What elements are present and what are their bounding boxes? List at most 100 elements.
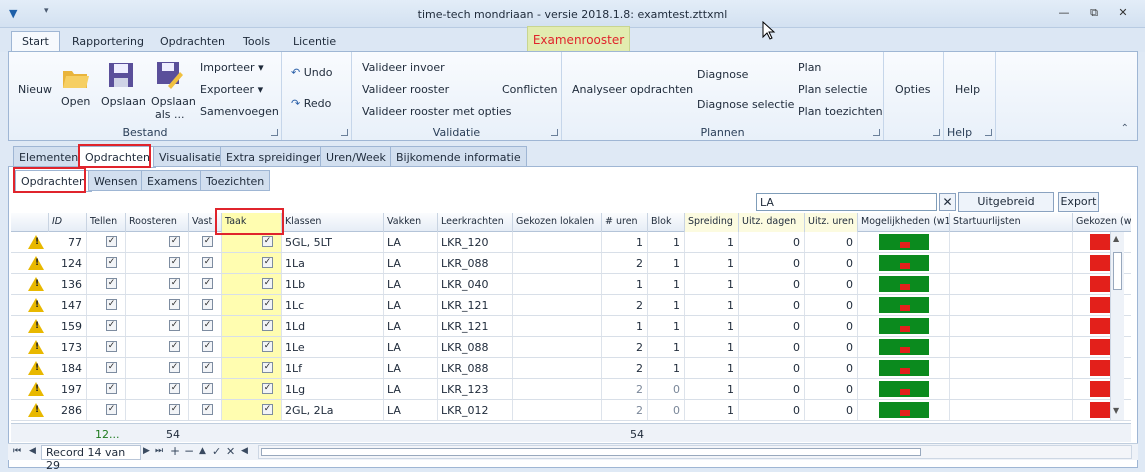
dialog-launcher-icon[interactable] bbox=[551, 129, 558, 136]
clear-search-button[interactable]: ✕ bbox=[939, 193, 956, 211]
opties-button[interactable]: Opties bbox=[895, 83, 931, 96]
klassen-cell[interactable]: 2GL, 2La bbox=[282, 400, 384, 420]
confirm-icon[interactable]: ✓ bbox=[212, 445, 221, 458]
id-column-header[interactable]: ID bbox=[49, 213, 87, 232]
gekozen-lokalen-cell[interactable] bbox=[513, 274, 602, 294]
analyseer-opdrachten-button[interactable]: Analyseer opdrachten bbox=[572, 83, 693, 96]
tellen-checkbox[interactable]: ✓ bbox=[106, 362, 117, 373]
gekozen-lokalen-column-header[interactable]: Gekozen lokalen bbox=[513, 213, 602, 232]
klassen-cell[interactable]: 1Le bbox=[282, 337, 384, 357]
uren-cell[interactable]: 1 bbox=[602, 316, 648, 336]
uitz-uren-column-header[interactable]: Uitz. uren bbox=[805, 213, 858, 232]
samenvoegen-button[interactable]: Samenvoegen bbox=[200, 105, 279, 118]
uitz-dagen-cell[interactable]: 0 bbox=[739, 400, 805, 420]
taak-checkbox[interactable]: ✓ bbox=[262, 236, 273, 247]
vast-checkbox[interactable]: ✓ bbox=[202, 278, 213, 289]
startuurlijsten-cell[interactable] bbox=[950, 253, 1073, 273]
leerkrachten-cell[interactable]: LKR_088 bbox=[438, 253, 513, 273]
redo-button[interactable]: ↷ Redo bbox=[291, 97, 331, 110]
startuurlijsten-cell[interactable] bbox=[950, 337, 1073, 357]
leerkrachten-cell[interactable]: LKR_121 bbox=[438, 316, 513, 336]
table-row[interactable]: ! 147 ✓ ✓ ✓ ✓ 1Lc LA LKR_121 2 1 1 0 0 bbox=[11, 295, 1131, 316]
startuurlijsten-cell[interactable] bbox=[950, 358, 1073, 378]
horizontal-scrollbar[interactable] bbox=[258, 445, 1132, 459]
gekozen-lokalen-cell[interactable] bbox=[513, 295, 602, 315]
dialog-launcher-icon[interactable] bbox=[985, 129, 992, 136]
taak-checkbox[interactable]: ✓ bbox=[262, 278, 273, 289]
uren-cell[interactable]: 2 bbox=[602, 295, 648, 315]
taak-checkbox[interactable]: ✓ bbox=[262, 320, 273, 331]
opslaan-als-button[interactable]: Opslaan bbox=[151, 95, 196, 108]
restore-icon[interactable]: ⧉ bbox=[1083, 5, 1105, 21]
vakken-cell[interactable]: LA bbox=[384, 274, 438, 294]
scrollbar-thumb[interactable] bbox=[1113, 252, 1122, 290]
vakken-cell[interactable]: LA bbox=[384, 358, 438, 378]
tab-elementen[interactable]: Elementen bbox=[13, 146, 85, 167]
spreiding-cell[interactable]: 1 bbox=[685, 358, 739, 378]
uitz-uren-cell[interactable]: 0 bbox=[805, 316, 858, 336]
blok-cell[interactable]: 1 bbox=[648, 253, 685, 273]
spreiding-cell[interactable]: 1 bbox=[685, 232, 739, 252]
spreiding-cell[interactable]: 1 bbox=[685, 253, 739, 273]
vast-checkbox[interactable]: ✓ bbox=[202, 404, 213, 415]
gekozen-column-header[interactable]: Gekozen (w bbox=[1073, 213, 1131, 232]
mogelijkheden-column-header[interactable]: Mogelijkheden (w1) bbox=[858, 213, 950, 232]
uitz-dagen-cell[interactable]: 0 bbox=[739, 295, 805, 315]
blok-column-header[interactable]: Blok bbox=[648, 213, 685, 232]
roosteren-checkbox[interactable]: ✓ bbox=[169, 362, 180, 373]
roosteren-checkbox[interactable]: ✓ bbox=[169, 404, 180, 415]
spreiding-column-header[interactable]: Spreiding bbox=[685, 213, 739, 232]
spreiding-cell[interactable]: 1 bbox=[685, 337, 739, 357]
taak-checkbox[interactable]: ✓ bbox=[262, 404, 273, 415]
uitz-uren-cell[interactable]: 0 bbox=[805, 232, 858, 252]
taak-column-header[interactable]: Taak bbox=[222, 213, 282, 232]
blok-cell[interactable]: 1 bbox=[648, 274, 685, 294]
table-row[interactable]: ! 136 ✓ ✓ ✓ ✓ 1Lb LA LKR_040 1 1 1 0 0 bbox=[11, 274, 1131, 295]
taak-checkbox[interactable]: ✓ bbox=[262, 299, 273, 310]
roosteren-checkbox[interactable]: ✓ bbox=[169, 236, 180, 247]
uren-cell[interactable]: 2 bbox=[602, 379, 648, 399]
vast-column-header[interactable]: Vast bbox=[189, 213, 222, 232]
leerkrachten-cell[interactable]: LKR_120 bbox=[438, 232, 513, 252]
blok-cell[interactable]: 1 bbox=[648, 337, 685, 357]
klassen-cell[interactable]: 1Lf bbox=[282, 358, 384, 378]
vast-checkbox[interactable]: ✓ bbox=[202, 362, 213, 373]
uren-column-header[interactable]: # uren bbox=[602, 213, 648, 232]
hscrollbar-thumb[interactable] bbox=[261, 448, 921, 456]
taak-checkbox[interactable]: ✓ bbox=[262, 257, 273, 268]
uitz-uren-cell[interactable]: 0 bbox=[805, 379, 858, 399]
uitz-uren-cell[interactable]: 0 bbox=[805, 337, 858, 357]
uitz-uren-cell[interactable]: 0 bbox=[805, 253, 858, 273]
spreiding-cell[interactable]: 1 bbox=[685, 316, 739, 336]
uitgebreid-zoeken-button[interactable]: Uitgebreid zoeken bbox=[958, 192, 1054, 226]
scroll-left-icon[interactable]: ◀ bbox=[241, 446, 248, 456]
prev-record-icon[interactable]: ◀ bbox=[29, 446, 36, 456]
subtab-wensen[interactable]: Wensen bbox=[88, 170, 144, 191]
tellen-checkbox[interactable]: ✓ bbox=[106, 278, 117, 289]
uitz-uren-cell[interactable]: 0 bbox=[805, 295, 858, 315]
ribbon-tab-tools[interactable]: Tools bbox=[233, 32, 280, 52]
klassen-column-header[interactable]: Klassen bbox=[282, 213, 384, 232]
table-row[interactable]: ! 184 ✓ ✓ ✓ ✓ 1Lf LA LKR_088 2 1 1 0 0 bbox=[11, 358, 1131, 379]
taak-checkbox[interactable]: ✓ bbox=[262, 362, 273, 373]
gekozen-lokalen-cell[interactable] bbox=[513, 358, 602, 378]
gekozen-lokalen-cell[interactable] bbox=[513, 253, 602, 273]
klassen-cell[interactable]: 1La bbox=[282, 253, 384, 273]
roosteren-checkbox[interactable]: ✓ bbox=[169, 278, 180, 289]
table-row[interactable]: ! 159 ✓ ✓ ✓ ✓ 1Ld LA LKR_121 1 1 1 0 0 bbox=[11, 316, 1131, 337]
blok-cell[interactable]: 1 bbox=[648, 358, 685, 378]
taak-checkbox[interactable]: ✓ bbox=[262, 383, 273, 394]
vakken-cell[interactable]: LA bbox=[384, 253, 438, 273]
startuurlijsten-cell[interactable] bbox=[950, 295, 1073, 315]
blok-cell[interactable]: 0 bbox=[648, 400, 685, 420]
roosteren-column-header[interactable]: Roosteren bbox=[126, 213, 189, 232]
ribbon-tab-start[interactable]: Start bbox=[11, 31, 60, 53]
tellen-checkbox[interactable]: ✓ bbox=[106, 404, 117, 415]
dialog-launcher-icon[interactable] bbox=[341, 129, 348, 136]
startuurlijsten-cell[interactable] bbox=[950, 274, 1073, 294]
leerkrachten-cell[interactable]: LKR_088 bbox=[438, 337, 513, 357]
startuurlijsten-column-header[interactable]: Startuurlijsten bbox=[950, 213, 1073, 232]
uren-cell[interactable]: 1 bbox=[602, 274, 648, 294]
startuurlijsten-cell[interactable] bbox=[950, 379, 1073, 399]
table-row[interactable]: ! 77 ✓ ✓ ✓ ✓ 5GL, 5LT LA LKR_120 1 1 1 0 0 bbox=[11, 232, 1131, 253]
